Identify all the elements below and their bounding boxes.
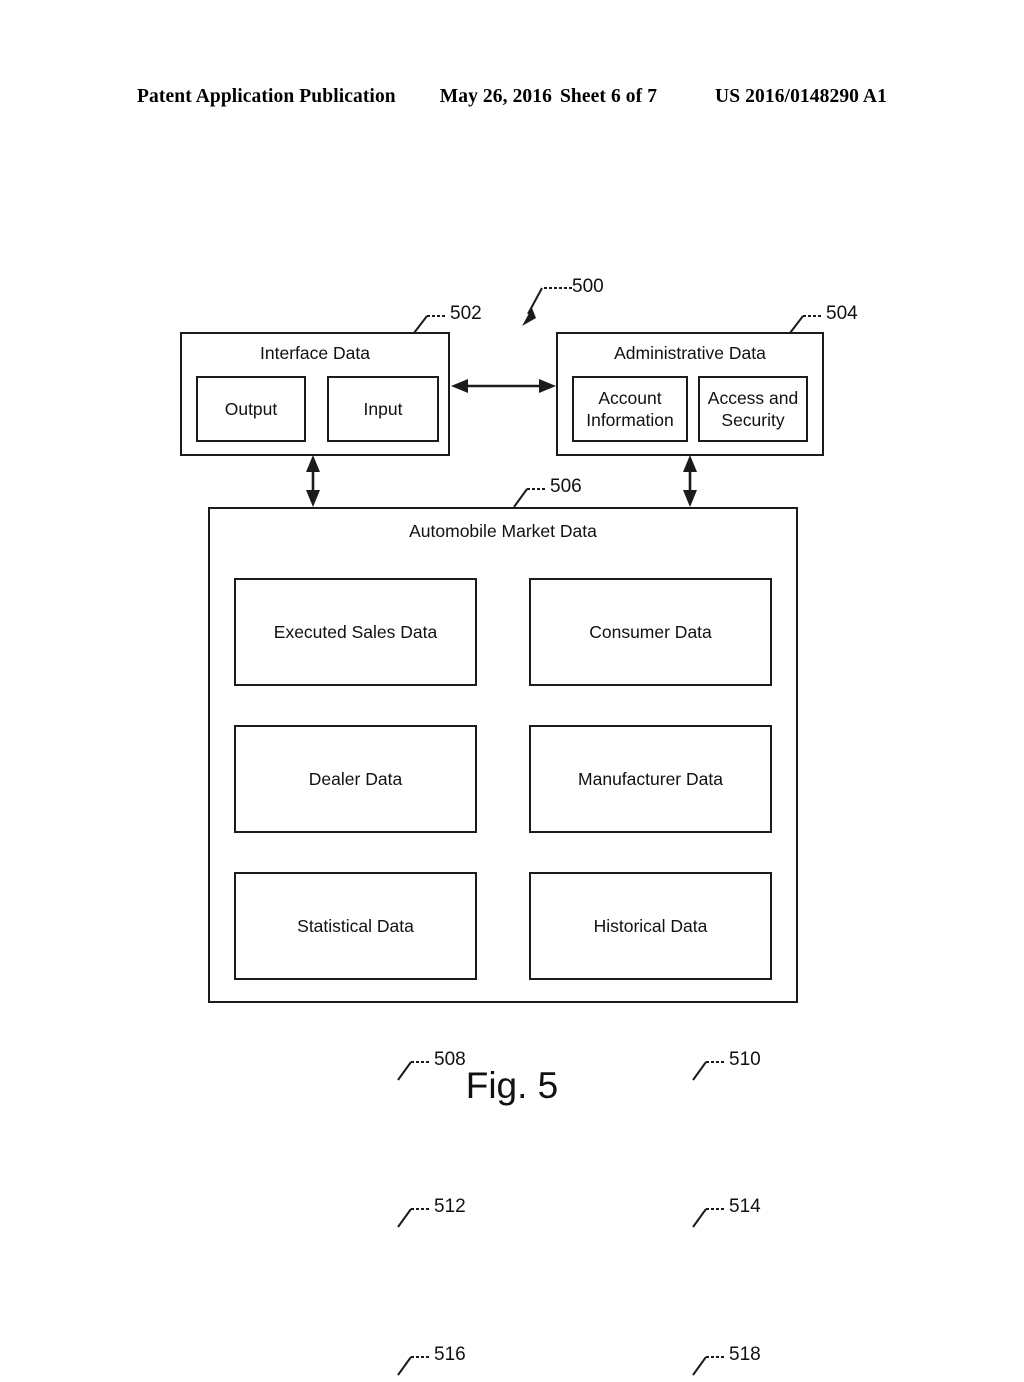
- connector-interface-to-administrative: [451, 379, 556, 393]
- ref-518-leader: 518: [673, 1344, 783, 1382]
- manufacturer-data-box[interactable]: Manufacturer Data: [529, 725, 772, 833]
- historical-data-label: Historical Data: [593, 916, 708, 936]
- interface-data-title: Interface Data: [260, 343, 370, 363]
- interface-data-input-box[interactable]: Input: [327, 376, 439, 442]
- ref-516-number: 516: [434, 1344, 466, 1365]
- automobile-market-data-title: Automobile Market Data: [409, 521, 597, 541]
- statistical-data-box[interactable]: Statistical Data: [234, 872, 477, 980]
- interface-data-input-label: Input: [363, 399, 403, 419]
- administrative-data-box[interactable]: Administrative Data Account Information A…: [556, 332, 824, 456]
- statistical-data-label: Statistical Data: [297, 916, 414, 936]
- administrative-data-account-information-box[interactable]: Account Information: [572, 376, 688, 442]
- administrative-data-access-security-box[interactable]: Access and Security: [698, 376, 808, 442]
- consumer-data-box[interactable]: Consumer Data: [529, 578, 772, 686]
- figure-5-diagram: 500 502 Interface Data Output Input 504 …: [0, 0, 1024, 1376]
- ref-516-leader: 516: [378, 1344, 488, 1382]
- interface-data-box[interactable]: Interface Data Output Input: [180, 332, 450, 456]
- automobile-market-data-box[interactable]: Automobile Market Data 508 Executed Sale…: [208, 507, 798, 1376]
- historical-data-box[interactable]: Historical Data: [529, 872, 772, 980]
- ref-518-number: 518: [729, 1344, 761, 1365]
- interface-data-output-label: Output: [224, 399, 278, 419]
- figure-caption: Fig. 5: [465, 1065, 559, 1106]
- ref-500-number: 500: [572, 276, 604, 297]
- ref-504-number: 504: [826, 303, 858, 324]
- executed-sales-data-label: Executed Sales Data: [273, 622, 438, 642]
- connector-interface-to-market: [306, 455, 320, 507]
- dealer-data-box[interactable]: Dealer Data: [234, 725, 477, 833]
- administrative-data-access-security-label: Access and Security: [707, 388, 799, 430]
- dealer-data-label: Dealer Data: [308, 769, 403, 789]
- executed-sales-data-box[interactable]: Executed Sales Data: [234, 578, 477, 686]
- administrative-data-account-information-label: Account Information: [586, 388, 674, 430]
- ref-502-number: 502: [450, 303, 482, 324]
- ref-514-leader: 514: [673, 1196, 783, 1234]
- ref-512-leader: 512: [378, 1196, 488, 1234]
- ref-514-number: 514: [729, 1196, 761, 1217]
- interface-data-output-box[interactable]: Output: [196, 376, 306, 442]
- ref-500-leader: 500: [520, 276, 630, 326]
- consumer-data-label: Consumer Data: [589, 622, 712, 642]
- ref-512-number: 512: [434, 1196, 466, 1217]
- administrative-data-title: Administrative Data: [614, 343, 766, 363]
- manufacturer-data-label: Manufacturer Data: [578, 769, 723, 789]
- connector-administrative-to-market: [683, 455, 697, 507]
- ref-506-number: 506: [550, 476, 582, 497]
